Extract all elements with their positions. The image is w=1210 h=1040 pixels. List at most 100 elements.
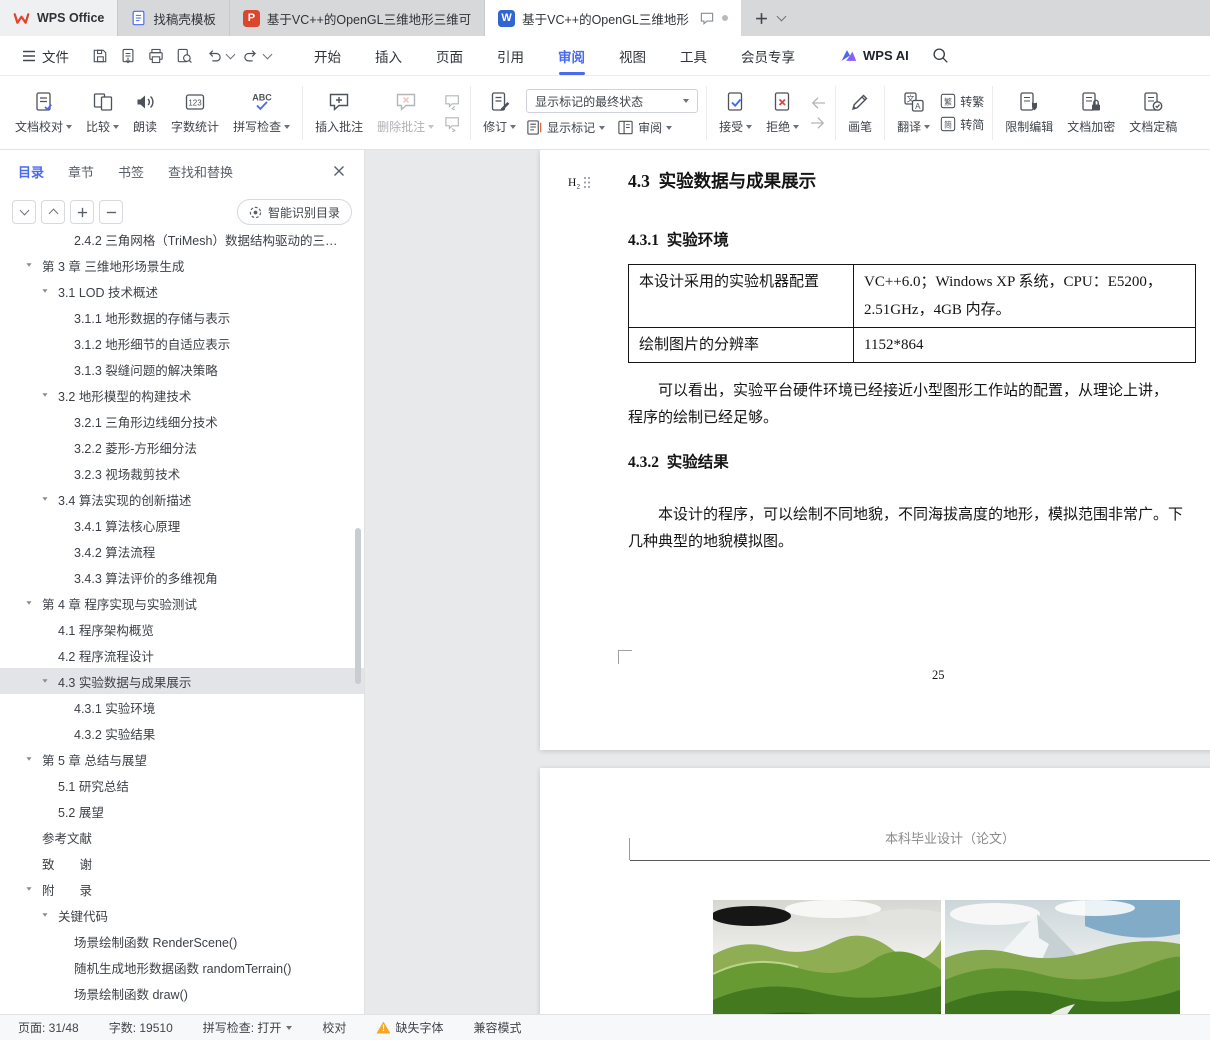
read-aloud-button[interactable]: 朗读 (126, 82, 164, 144)
print-preview-button[interactable] (171, 43, 197, 69)
chevron-down-icon[interactable] (26, 263, 42, 267)
restrict-edit-button[interactable]: 限制编辑 (998, 82, 1060, 144)
toc-item[interactable]: 4.3 实验数据与成果展示 (0, 668, 364, 694)
toc-item[interactable]: 5.1 研究总结 (0, 772, 364, 798)
insert-comment-button[interactable]: 插入批注 (308, 82, 370, 144)
tab-template-doc[interactable]: 找稿壳模板 (118, 0, 230, 36)
track-changes-button[interactable]: 修订 (476, 82, 523, 144)
toc-item[interactable]: 4.3.2 实验结果 (0, 720, 364, 746)
menu-item[interactable]: 插入 (358, 36, 419, 75)
table-cell[interactable]: 1152*864 (853, 327, 1196, 363)
status-spell-check[interactable]: 拼写检查: 打开 (203, 1019, 293, 1036)
toc-item[interactable]: 3.1 LOD 技术概述 (0, 278, 364, 304)
previous-comment-button[interactable] (444, 94, 462, 110)
menu-item[interactable]: 开始 (297, 36, 358, 75)
menu-item[interactable]: 审阅 (541, 36, 602, 75)
sidebar-panel-tab[interactable]: 章节 (68, 162, 94, 181)
toc-item[interactable]: 第 4 章 程序实现与实验测试 (0, 590, 364, 616)
toc-item[interactable]: 3.2 地形模型的构建技术 (0, 382, 364, 408)
encrypt-doc-button[interactable]: 文档加密 (1060, 82, 1122, 144)
export-pdf-button[interactable] (115, 43, 141, 69)
tab-list-dropdown[interactable] (776, 11, 787, 22)
tab-wps-home[interactable]: WPS Office (0, 0, 119, 36)
toc-item[interactable]: 3.2.1 三角形边线细分技术 (0, 408, 364, 434)
terrain-image-1[interactable] (713, 900, 941, 1014)
menu-item[interactable]: 页面 (419, 36, 480, 75)
toc-item[interactable]: 第 3 章 三维地形场景生成 (0, 252, 364, 278)
chevron-down-icon[interactable] (26, 601, 42, 605)
sidebar-panel-tab[interactable]: 查找和替换 (168, 162, 233, 181)
undo-button[interactable] (201, 43, 227, 69)
toc-item[interactable]: 场景绘制函数 RenderScene() (0, 928, 364, 954)
collapse-prev-button[interactable] (41, 200, 65, 224)
to-traditional-button[interactable]: 繁 转繁 (940, 93, 984, 110)
toc-item[interactable]: 关键代码 (0, 902, 364, 928)
toc-item[interactable]: 4.1 程序架构概览 (0, 616, 364, 642)
previous-change-button[interactable] (809, 96, 827, 110)
chevron-down-icon[interactable] (42, 497, 58, 501)
table-cell[interactable]: 绘制图片的分辨率 (628, 327, 854, 363)
translate-button[interactable]: 文A 翻译 (890, 82, 937, 144)
reject-change-button[interactable]: 拒绝 (759, 82, 806, 144)
toc-item[interactable]: 4.3.1 实验环境 (0, 694, 364, 720)
subsection-heading-431[interactable]: 4.3.1 实验环境 (628, 228, 729, 250)
toc-item[interactable]: 随机生成地形数据函数 randomTerrain() (0, 954, 364, 980)
compare-button[interactable]: 比较 (79, 82, 126, 144)
accept-change-button[interactable]: 接受 (712, 82, 759, 144)
finalize-doc-button[interactable]: 文档定稿 (1122, 82, 1184, 144)
toc-item[interactable]: 附 录 (0, 876, 364, 902)
print-button[interactable] (143, 43, 169, 69)
section-heading[interactable]: 4.3 实验数据与成果展示 (628, 168, 816, 193)
redo-dropdown[interactable] (262, 49, 273, 59)
smart-toc-button[interactable]: 智能识别目录 (236, 199, 352, 225)
expand-all-button[interactable] (70, 200, 94, 224)
doc-proof-button[interactable]: 文档校对 (8, 82, 79, 144)
heading-level-marker[interactable]: H₂ (568, 176, 591, 189)
paragraph[interactable]: 本设计的程序，可以绘制不同地貌，不同海拔高度的地形，模拟范围非常广。下 几种典型… (628, 502, 1210, 556)
toc-item[interactable]: 致 谢 (0, 850, 364, 876)
subsection-heading-432[interactable]: 4.3.2 实验结果 (628, 450, 729, 472)
toc-item[interactable]: 3.4.2 算法流程 (0, 538, 364, 564)
status-page-indicator[interactable]: 页面: 31/48 (18, 1019, 79, 1036)
chevron-down-icon[interactable] (42, 913, 58, 917)
status-missing-font[interactable]: 缺失字体 (376, 1019, 443, 1036)
menu-item[interactable]: 工具 (663, 36, 724, 75)
ink-pen-button[interactable]: 画笔 (841, 82, 879, 144)
toc-item[interactable]: 3.2.3 视场裁剪技术 (0, 460, 364, 486)
chevron-down-icon[interactable] (42, 679, 58, 683)
show-markup-button[interactable]: 显示标记 (526, 119, 606, 136)
toc-item[interactable]: 3.1.2 地形细节的自适应表示 (0, 330, 364, 356)
toc-item[interactable]: 3.4.1 算法核心原理 (0, 512, 364, 538)
delete-comment-button[interactable]: 删除批注 (370, 82, 441, 144)
chevron-down-icon[interactable] (42, 289, 58, 293)
sidebar-scrollbar[interactable] (355, 528, 361, 684)
redo-button[interactable] (238, 43, 264, 69)
menu-item[interactable]: 视图 (602, 36, 663, 75)
sidebar-panel-tab[interactable]: 目录 (18, 162, 44, 181)
document-canvas[interactable]: H₂ 4.3 实验数据与成果展示 4.3.1 实验环境 本设计采用的实验机器配置… (365, 150, 1210, 1014)
toc-item[interactable]: 4.2 程序流程设计 (0, 642, 364, 668)
status-compat-mode[interactable]: 兼容模式 (473, 1019, 521, 1036)
new-tab-button[interactable] (755, 12, 768, 25)
review-pane-button[interactable]: 审阅 (617, 119, 673, 136)
toc-item[interactable]: 3.2.2 菱形-方形细分法 (0, 434, 364, 460)
undo-dropdown[interactable] (225, 49, 236, 59)
search-button[interactable] (927, 42, 955, 70)
toc-item[interactable]: 2.4.2 三角网格（TriMesh）数据结构驱动的三维 ... (0, 226, 364, 252)
word-count-button[interactable]: 123 字数统计 (164, 82, 226, 144)
toc-item[interactable]: 参考文献 (0, 824, 364, 850)
sidebar-panel-tab[interactable]: 书签 (118, 162, 144, 181)
toc-item[interactable]: 3.1.3 裂缝问题的解决策略 (0, 356, 364, 382)
toc-item[interactable]: 3.4 算法实现的创新描述 (0, 486, 364, 512)
toc-item[interactable]: 场景绘制函数 draw() (0, 980, 364, 1006)
next-change-button[interactable] (809, 116, 827, 130)
drag-handle-icon[interactable] (583, 176, 591, 189)
terrain-image-2[interactable] (945, 900, 1180, 1014)
collapse-all-button[interactable] (99, 200, 123, 224)
toc-item[interactable]: 5.2 展望 (0, 798, 364, 824)
to-simplified-button[interactable]: 简 转简 (940, 116, 984, 133)
status-word-count[interactable]: 字数: 19510 (109, 1019, 173, 1036)
document-page-2[interactable]: 本科毕业设计（论文） (540, 768, 1210, 1014)
status-proofread[interactable]: 校对 (322, 1019, 346, 1036)
toc-item[interactable]: 3.1.1 地形数据的存储与表示 (0, 304, 364, 330)
